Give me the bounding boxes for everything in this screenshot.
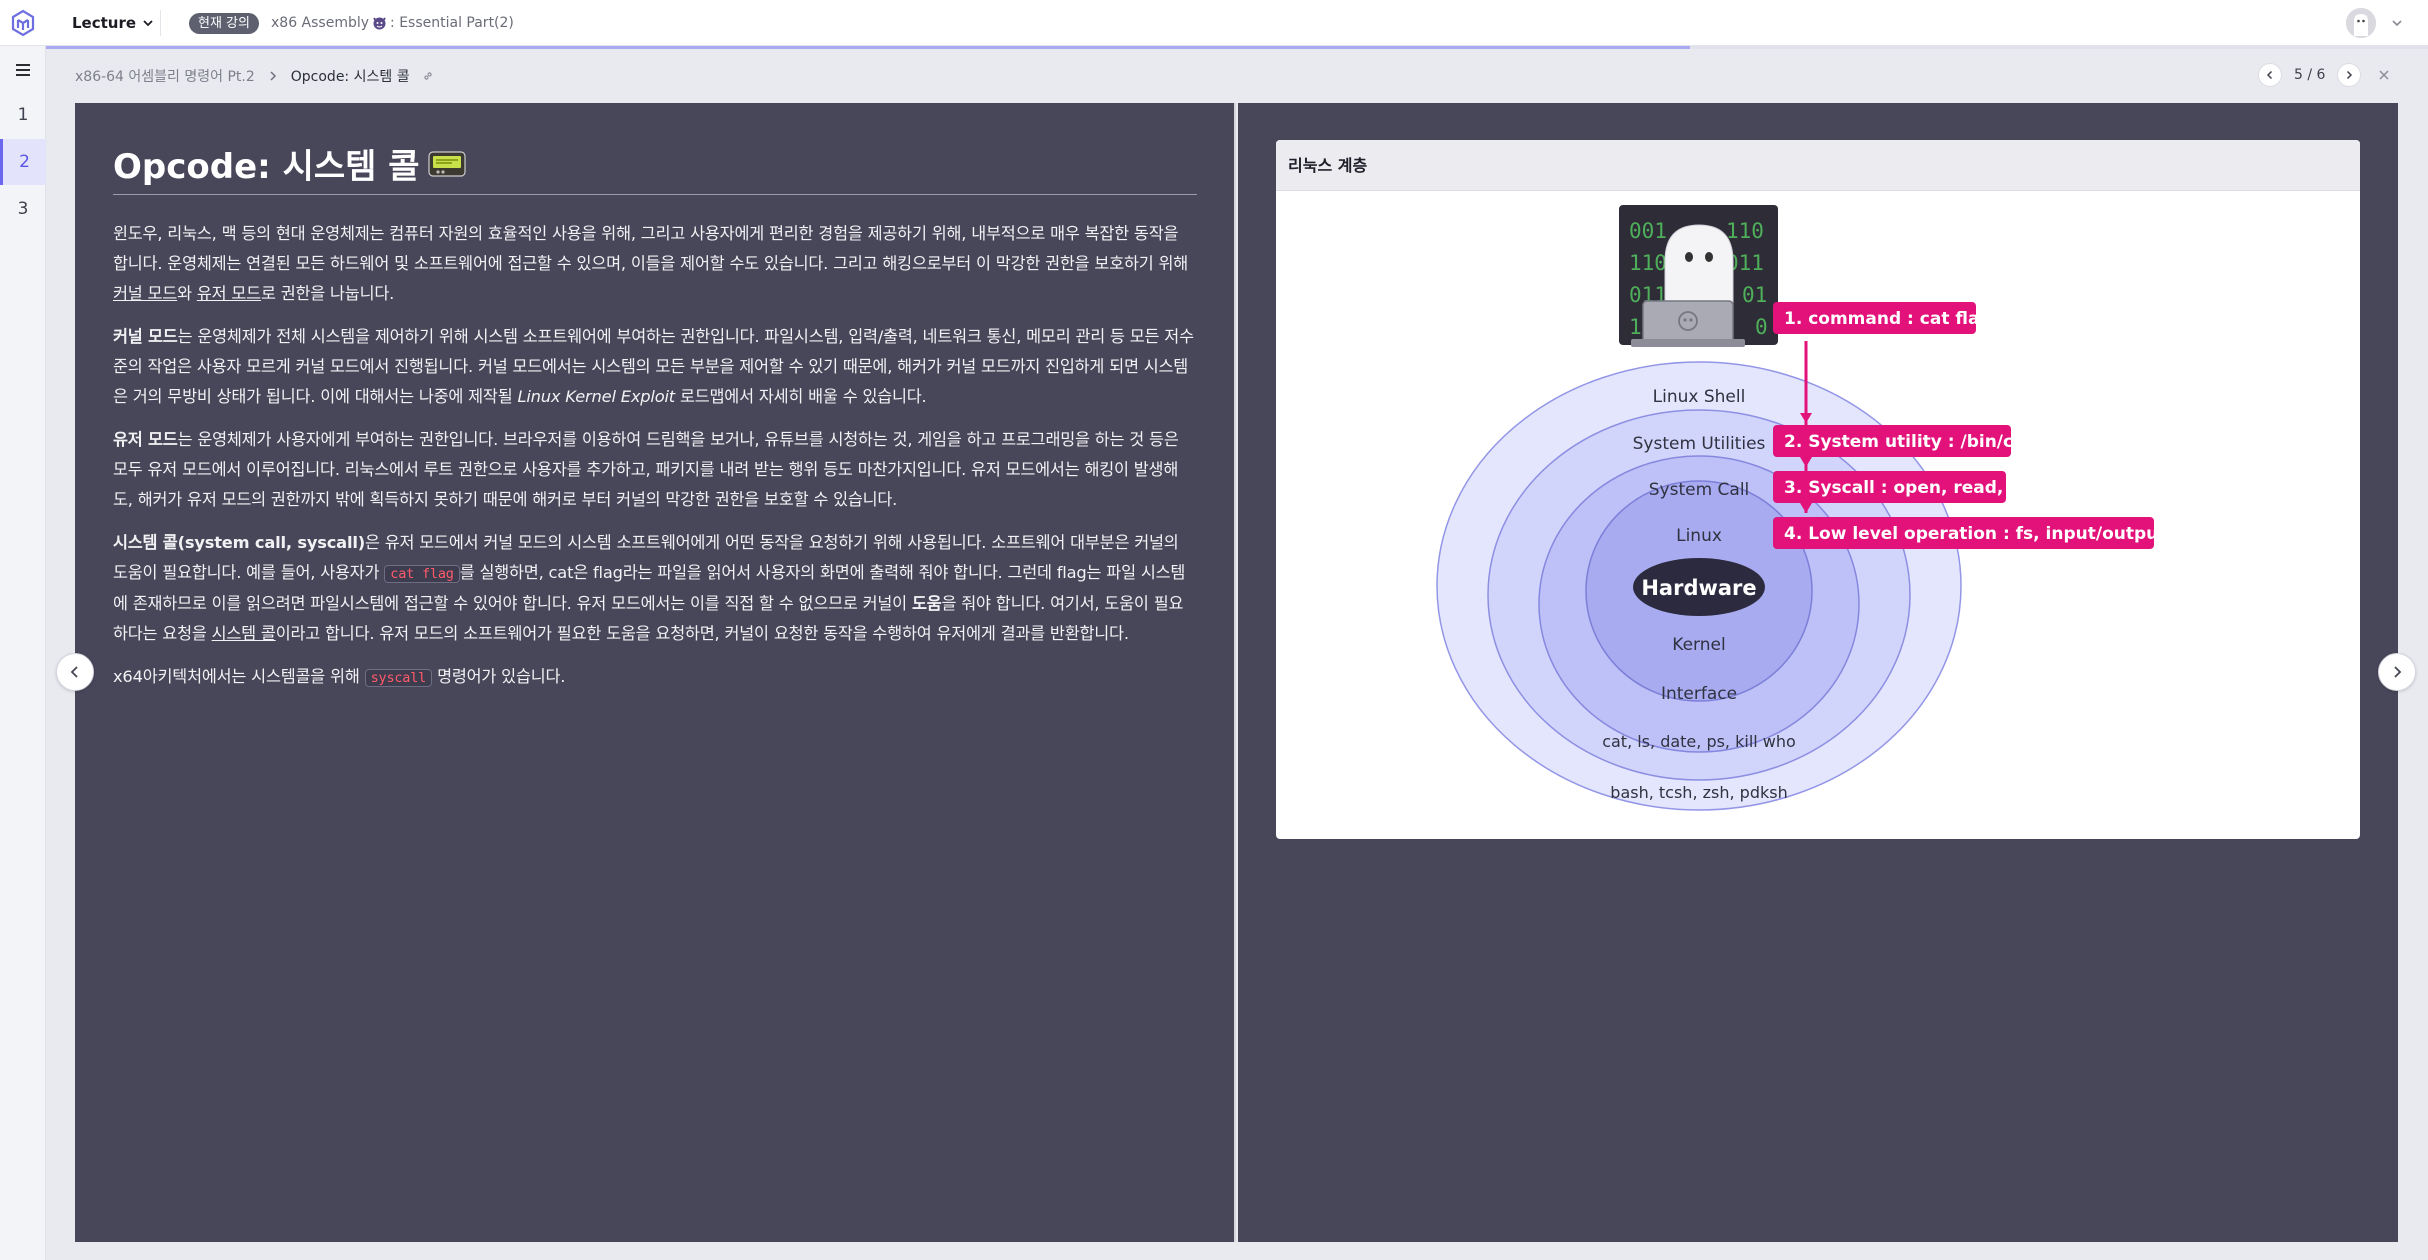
syscall-code: syscall — [364, 669, 433, 687]
prev-slide-button[interactable] — [2258, 63, 2282, 87]
p5-text-b: 명령어가 있습니다. — [432, 667, 566, 686]
lecture-menu-button[interactable]: Lecture — [72, 13, 154, 33]
lecture-progress-bar — [46, 46, 2428, 49]
prev-page-arrow[interactable] — [56, 653, 94, 691]
paragraph-user-mode: 유저 모드는 운영체제가 사용자에게 부여하는 권한입니다. 브라우저를 이용하… — [113, 425, 1197, 515]
article: Opcode: 시스템 콜 윈도우, 리눅스, 맥 등의 현대 운영체제는 컴퓨… — [113, 139, 1197, 693]
rail-item-1[interactable]: 1 — [0, 92, 46, 138]
chevron-right-icon — [2394, 666, 2402, 678]
p3-text-a: 는 운영체제가 사용자에게 부여하는 권한입니다. 브라우저를 이용하여 드림핵… — [113, 430, 1179, 509]
lecture-menu-label: Lecture — [72, 14, 137, 32]
binary-line-3: 110 — [1629, 251, 1667, 275]
figure-title: 리눅스 계층 — [1276, 140, 2360, 191]
course-title: x86 Assembly : Essential Part(2) — [271, 14, 514, 31]
binary-line-8: 0 — [1755, 315, 1768, 339]
chevron-down-icon — [143, 20, 153, 27]
hamburger-menu-icon[interactable] — [13, 60, 33, 80]
article-title-text: Opcode: 시스템 콜 — [113, 147, 420, 187]
paragraph-system-call: 시스템 콜(system call, syscall)은 유저 모드에서 커널 … — [113, 528, 1197, 649]
step-1: 1. command : cat flag — [1773, 302, 1992, 334]
breadcrumb: x86-64 어셈블리 명령어 Pt.2 Opcode: 시스템 콜 — [75, 66, 434, 86]
chevron-left-icon — [70, 666, 78, 678]
course-title-suffix: : Essential Part(2) — [390, 14, 514, 31]
label-commands: cat, ls, date, ps, kill who — [1602, 732, 1796, 751]
label-hardware: Hardware — [1641, 576, 1756, 600]
label-linux: Linux — [1676, 526, 1722, 546]
lecture-progress-fill — [46, 46, 1690, 49]
linux-layers-diagram: Linux Shell System Utilities System Call… — [1436, 205, 2192, 811]
divider — [160, 10, 161, 36]
breadcrumb-current: Opcode: 시스템 콜 — [290, 69, 410, 85]
label-shells: bash, tcsh, zsh, pdksh — [1610, 783, 1787, 802]
step-2: 2. System utility : /bin/cat — [1773, 425, 2033, 457]
chevron-right-icon — [2347, 70, 2353, 80]
figure-panel: 리눅스 계층 Linux Shell System Utilities Syst… — [1238, 103, 2398, 1242]
system-call-term: 시스템 콜(system call, syscall) — [113, 533, 365, 552]
article-panel: Opcode: 시스템 콜 윈도우, 리눅스, 맥 등의 현대 운영체제는 컴퓨… — [75, 103, 1236, 1242]
article-title: Opcode: 시스템 콜 — [113, 139, 1197, 195]
kernel-exploit-roadmap: Linux Kernel Exploit — [517, 387, 675, 406]
binary-line-2: 110 — [1726, 219, 1764, 243]
p4-text-d: 이라고 합니다. 유저 모드의 소프트웨어가 필요한 도움을 요청하면, 커널이… — [275, 624, 1129, 643]
p1-text-b: 와 — [177, 284, 197, 303]
label-system-call: System Call — [1649, 480, 1750, 500]
kernel-mode-term: 커널 모드 — [113, 327, 178, 346]
step-3: 3. Syscall : open, read, ... — [1773, 471, 2029, 503]
page-rail: 1 2 3 — [0, 46, 46, 1260]
link-icon[interactable] — [422, 70, 434, 82]
step-3-label: 3. Syscall : open, read, ... — [1784, 478, 2029, 498]
p1-text-a: 윈도우, 리눅스, 맥 등의 현대 운영체제는 컴퓨터 자원의 효율적인 사용을… — [113, 224, 1189, 273]
step-2-label: 2. System utility : /bin/cat — [1784, 432, 2033, 452]
binary-line-1: 001 — [1629, 219, 1667, 243]
help-emphasis: 도움 — [911, 594, 942, 613]
slide-counter: 5 / 6 — [2294, 67, 2326, 83]
user-menu-chevron-icon[interactable] — [2390, 16, 2404, 30]
label-linux-shell: Linux Shell — [1653, 387, 1746, 407]
paragraph-syscall-instruction: x64아키텍처에서는 시스템콜을 위해 syscall 명령어가 있습니다. — [113, 662, 1197, 693]
step-1-label: 1. command : cat flag — [1784, 309, 1992, 329]
course-title-prefix: x86 Assembly — [271, 14, 370, 31]
current-lecture-badge: 현재 강의 — [189, 13, 259, 34]
p5-text-a: x64아키텍처에서는 시스템콜을 위해 — [113, 667, 365, 686]
paragraph-kernel-mode: 커널 모드는 운영체제가 전체 시스템을 제어하기 위해 시스템 소프트웨어에 … — [113, 322, 1197, 412]
next-page-arrow[interactable] — [2378, 653, 2416, 691]
step-4: 4. Low level operation : fs, input/outpu… — [1773, 517, 2192, 549]
rail-item-3[interactable]: 3 — [0, 186, 46, 232]
dreamhack-logo-icon[interactable] — [8, 8, 38, 38]
user-mode-term: 유저 모드 — [113, 430, 178, 449]
breadcrumb-parent[interactable]: x86-64 어셈블리 명령어 Pt.2 — [75, 66, 255, 86]
chevron-right-icon — [270, 71, 276, 81]
user-mode-link[interactable]: 유저 모드 — [197, 284, 261, 303]
kernel-mode-link[interactable]: 커널 모드 — [113, 284, 177, 303]
p1-text-c: 로 권한을 나눕니다. — [260, 284, 395, 303]
slide-pager: 5 / 6 — [2258, 63, 2393, 87]
rail-item-2[interactable]: 2 — [0, 139, 46, 185]
cat-flag-code: cat flag — [384, 565, 460, 583]
p2-text-b: 로드맵에서 자세히 배울 수 있습니다. — [675, 387, 927, 406]
user-avatar[interactable] — [2346, 8, 2376, 38]
hacker-illustration: 001 110 110 011 011 01 10 0 — [1619, 205, 1778, 347]
label-interface: Interface — [1661, 684, 1737, 704]
devil-emoji-icon — [371, 14, 388, 31]
label-system-utilities: System Utilities — [1633, 434, 1766, 454]
paragraph-intro: 윈도우, 리눅스, 맥 등의 현대 운영체제는 컴퓨터 자원의 효율적인 사용을… — [113, 219, 1197, 309]
chevron-left-icon — [2266, 70, 2273, 80]
binary-line-6: 01 — [1742, 283, 1767, 307]
figure-card: 리눅스 계층 Linux Shell System Utilities Syst… — [1276, 140, 2360, 839]
pager-device-icon — [427, 150, 466, 177]
ghost-avatar-icon — [2346, 8, 2376, 38]
label-kernel: Kernel — [1672, 635, 1725, 655]
step-4-label: 4. Low level operation : fs, input/outpu… — [1784, 524, 2192, 544]
close-icon[interactable] — [2375, 66, 2393, 84]
next-slide-button[interactable] — [2337, 63, 2362, 87]
system-call-link[interactable]: 시스템 콜 — [212, 624, 276, 643]
top-bar: Lecture 현재 강의 x86 Assembly : Essential P… — [0, 0, 2428, 46]
